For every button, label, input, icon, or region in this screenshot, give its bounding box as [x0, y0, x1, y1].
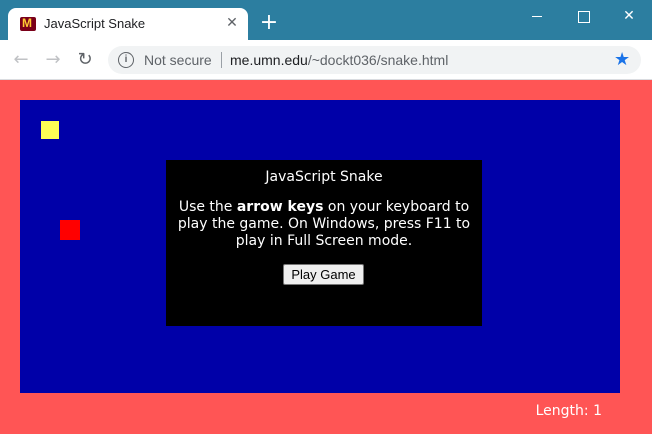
- new-tab-button[interactable]: +: [258, 12, 280, 34]
- umn-m-icon: [20, 16, 36, 31]
- omnibox-divider: [221, 52, 222, 68]
- game-board: JavaScript Snake Use the arrow keys on y…: [20, 100, 620, 393]
- tab-title: JavaScript Snake: [44, 16, 146, 31]
- tab-close-icon[interactable]: ✕: [224, 15, 240, 31]
- security-indicator[interactable]: Not secure: [144, 52, 212, 68]
- bookmark-star-icon[interactable]: ★: [614, 49, 630, 71]
- dialog-instructions: Use the arrow keys on your keyboard to p…: [172, 199, 476, 249]
- snake-head: [60, 220, 80, 240]
- forward-arrow-icon[interactable]: →: [42, 49, 64, 71]
- close-window-icon[interactable]: ✕: [606, 4, 652, 28]
- url-text[interactable]: me.umn.edu/~dockt036/snake.html: [230, 52, 448, 68]
- food-block: [41, 121, 59, 139]
- minimize-icon[interactable]: [514, 4, 560, 28]
- welcome-dialog: JavaScript Snake Use the arrow keys on y…: [166, 160, 482, 326]
- browser-tab[interactable]: JavaScript Snake ✕: [8, 8, 248, 40]
- instructions-prefix: Use the: [178, 199, 237, 215]
- back-arrow-icon[interactable]: ←: [10, 49, 32, 71]
- dialog-title: JavaScript Snake: [265, 169, 383, 185]
- reload-icon[interactable]: ↻: [74, 49, 96, 71]
- browser-toolbar: ← → ↻ i Not secure me.umn.edu/~dockt036/…: [0, 40, 652, 80]
- play-game-button[interactable]: Play Game: [283, 264, 364, 285]
- length-counter: Length: 1: [535, 403, 602, 419]
- instructions-arrow-keys: arrow keys: [236, 199, 324, 215]
- url-path: /~dockt036/snake.html: [307, 52, 449, 68]
- address-bar[interactable]: i Not secure me.umn.edu/~dockt036/snake.…: [108, 46, 641, 74]
- info-icon[interactable]: i: [118, 52, 134, 68]
- browser-titlebar: JavaScript Snake ✕ + ✕: [0, 0, 652, 40]
- maximize-icon[interactable]: [560, 4, 606, 28]
- game-page: JavaScript Snake Use the arrow keys on y…: [0, 81, 652, 434]
- url-host: me.umn.edu: [230, 52, 308, 68]
